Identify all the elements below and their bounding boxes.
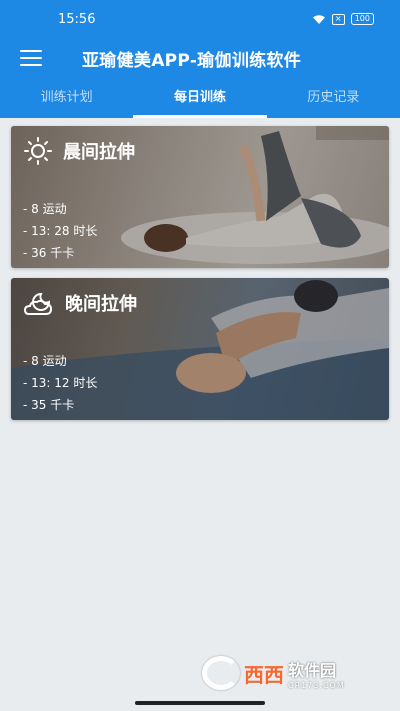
status-bar: 15:56 × 100: [0, 0, 400, 38]
tab-history[interactable]: 历史记录: [267, 78, 400, 118]
evening-stretch-card[interactable]: 晚间拉伸 - 8 运动 - 13: 12 时长 - 35 千卡: [11, 278, 389, 420]
app-bar: 亚瑜健美APP-瑜伽训练软件: [0, 38, 400, 78]
watermark-logo: 西西 软件园 CR173.COM: [202, 653, 382, 693]
sim-icon: ×: [331, 13, 345, 25]
workout-list: 晨间拉伸 - 8 运动 - 13: 28 时长 - 36 千卡 晚间拉伸 - 8…: [0, 118, 400, 438]
duration: - 13: 12 时长: [23, 376, 98, 390]
tab-daily-training[interactable]: 每日训练: [133, 78, 267, 118]
watermark-cn: 软件园: [288, 660, 337, 680]
calories: - 35 千卡: [23, 398, 75, 412]
duration: - 13: 28 时长: [23, 224, 98, 238]
logo-c-icon: [202, 656, 240, 690]
morning-stretch-card[interactable]: 晨间拉伸 - 8 运动 - 13: 28 时长 - 36 千卡: [11, 126, 389, 268]
status-time: 15:56: [58, 11, 96, 27]
card-title: 晚间拉伸: [65, 294, 137, 315]
tab-training-plan[interactable]: 训练计划: [0, 78, 133, 118]
tab-bar: 训练计划 每日训练 历史记录: [0, 78, 400, 118]
card-stats: - 8 运动 - 13: 28 时长 - 36 千卡: [23, 198, 97, 264]
card-title: 晨间拉伸: [63, 142, 135, 163]
battery-icon: 100: [350, 13, 374, 25]
morning-card-header: 晨间拉伸: [23, 136, 135, 166]
exercise-count: - 8 运动: [23, 354, 67, 368]
watermark-url: CR173.COM: [288, 680, 345, 690]
watermark-text: 西西: [244, 662, 284, 687]
card-stats: - 8 运动 - 13: 12 时长 - 35 千卡: [23, 350, 97, 416]
gesture-bar[interactable]: [135, 701, 265, 705]
app-title: 亚瑜健美APP-瑜伽训练软件: [82, 50, 302, 71]
exercise-count: - 8 运动: [23, 202, 67, 216]
status-icons: × 100: [312, 13, 374, 25]
menu-icon[interactable]: [20, 50, 42, 66]
moon-cloud-icon: [23, 292, 53, 315]
sun-icon: [24, 137, 52, 165]
calories: - 36 千卡: [23, 246, 75, 260]
wifi-icon: [312, 14, 325, 24]
evening-card-header: 晚间拉伸: [23, 288, 137, 318]
